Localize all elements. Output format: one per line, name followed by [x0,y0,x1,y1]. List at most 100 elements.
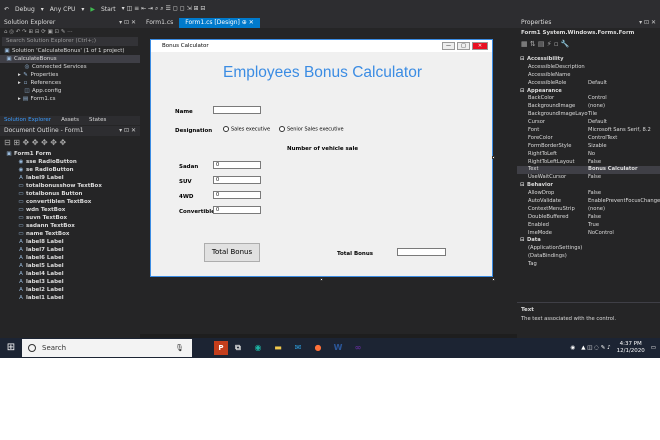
property-value[interactable]: ControlText [588,135,617,143]
property-value[interactable]: False [588,190,601,198]
property-value[interactable]: False [588,159,601,167]
total-bonus-button[interactable]: Total Bonus [204,243,260,262]
outline-item[interactable]: ▭ convertiblen TextBox [0,198,140,206]
mail-icon[interactable]: ✉ [288,338,308,358]
property-row[interactable]: RightToLeftLayout False [517,159,660,167]
network-icon[interactable]: ◉ [570,345,575,351]
outline-item[interactable]: ◉ sse RadioButton [0,158,140,166]
solution-node[interactable]: ▣ Solution 'CalculateBonus' (1 of 1 proje… [0,47,140,55]
play-icon[interactable]: ▶ [90,6,95,13]
project-node[interactable]: ▣ CalculateBonus [0,55,140,63]
property-row[interactable]: UseWaitCursor False [517,174,660,182]
property-value[interactable]: Control [588,95,607,103]
property-row[interactable]: DoubleBuffered False [517,214,660,222]
collapse-icon[interactable]: ⊟ [520,182,524,190]
outline-item[interactable]: Alabel5 Label [0,262,140,270]
outline-item[interactable]: ▭ suvn TextBox [0,214,140,222]
outline-item[interactable]: ▭ sadann TextBox [0,222,140,230]
property-row[interactable]: ContextMenuStrip (none) [517,206,660,214]
file-explorer-icon[interactable]: ▬ [268,338,288,358]
property-value[interactable]: Default [588,80,607,88]
tab-assets[interactable]: Assets [57,116,83,125]
outline-item[interactable]: Alabel4 Label [0,270,140,278]
property-row[interactable]: AccessibleDescription [517,64,660,72]
visual-studio-icon[interactable]: ∞ [348,338,368,358]
property-row[interactable]: ImeMode NoControl [517,230,660,238]
clock[interactable]: 4:37 PM 12/1/2020 [617,341,645,355]
outline-item[interactable]: ▭ totalbonus Button [0,190,140,198]
close-icon[interactable]: ✕ [472,42,488,50]
collapse-icon[interactable]: ⊟ [520,88,524,96]
property-row[interactable]: Text Bonus Calculator [517,166,660,175]
outline-item[interactable]: ▭ wdn TextBox [0,206,140,214]
firefox-icon[interactable]: ● [308,338,328,358]
property-row[interactable]: (DataBindings) [517,253,660,261]
property-row[interactable]: RightToLeft No [517,151,660,159]
outline-item[interactable]: ◉ se RadioButton [0,166,140,174]
property-value[interactable]: (none) [588,206,605,214]
maximize-icon[interactable]: □ [457,42,470,50]
tree-item[interactable]: ◫ App.config [0,87,140,95]
collapse-icon[interactable]: ⊟ [520,56,524,64]
toolbar-icons[interactable]: ▾ ◫ ≡ ⇤ ⇥ ⌕ ⌕ ☰ ◻ ◻ ⇲ ⊞ ⊟ [122,5,206,13]
panel-controls[interactable]: ▾ ⊡ ✕ [119,126,136,136]
property-row[interactable]: ForeColor ControlText [517,135,660,143]
property-value[interactable]: EnablePreventFocusChange [588,198,660,206]
outline-item[interactable]: Alabel6 Label [0,254,140,262]
property-row[interactable]: AccessibleRole Default [517,80,660,88]
property-value[interactable]: NoControl [588,230,614,238]
property-value[interactable]: No [588,151,595,159]
search-input[interactable]: Search Solution Explorer (Ctrl+;) [2,37,138,46]
property-value[interactable]: Microsoft Sans Serif, 8.2 [588,127,651,135]
tab-form1-cs[interactable]: Form1.cs [140,18,179,28]
property-row[interactable]: Font Microsoft Sans Serif, 8.2 [517,127,660,135]
outline-item[interactable]: Alabel9 Label [0,174,140,182]
properties-toolbar[interactable]: ▦ ⇅ ▤ ⚡ ▫ 🔧 [517,38,660,50]
property-category[interactable]: ⊟ Behavior [517,182,660,190]
property-row[interactable]: BackgroundImage (none) [517,103,660,111]
outline-item[interactable]: Alabel3 Label [0,278,140,286]
config-dropdown[interactable]: Debug [15,6,35,13]
outline-item[interactable]: Alabel7 Label [0,246,140,254]
property-category[interactable]: ⊟ Accessibility [517,56,660,64]
name-textbox[interactable] [213,106,261,114]
property-value[interactable]: Default [588,119,607,127]
panel-controls[interactable]: ▾ ⊡ ✕ [639,18,656,28]
property-row[interactable]: FormBorderStyle Sizable [517,143,660,151]
property-value[interactable]: Tile [588,111,597,119]
outline-item[interactable]: Alabel8 Label [0,238,140,246]
notification-icon[interactable]: ▭ [651,345,656,351]
tab-solution-explorer[interactable]: Solution Explorer [0,116,55,125]
property-value[interactable]: False [588,174,601,182]
property-row[interactable]: Tag [517,261,660,269]
property-value[interactable]: False [588,214,601,222]
word-icon[interactable]: W [328,338,348,358]
resize-handle[interactable] [492,278,495,281]
property-row[interactable]: AccessibleName [517,72,660,80]
outline-item[interactable]: ▣ Form1 Form [0,150,140,158]
property-row[interactable]: BackColor Control [517,95,660,103]
total-bonus-textbox[interactable] [397,248,446,256]
property-row[interactable]: AllowDrop False [517,190,660,198]
property-row[interactable]: Enabled True [517,222,660,230]
windows-start-icon[interactable]: ⊞ [0,338,22,358]
4wd-textbox[interactable]: 0 [213,191,261,199]
task-view-icon[interactable]: ⧉ [228,338,248,358]
tab-states[interactable]: States [85,116,110,125]
start-button[interactable]: Start [101,6,116,13]
senior-sales-executive-radio[interactable]: Senior Sales executive [279,126,344,133]
taskbar-search[interactable]: Search 🎙 [22,339,192,357]
outline-toolbar[interactable]: ⊟ ⊞ ✥ ✥ ✥ ✥ ✥ [0,136,140,150]
outline-item[interactable]: ▭ totalbonusshow TextBox [0,182,140,190]
resize-handle[interactable] [492,156,495,159]
property-row[interactable]: (ApplicationSettings) [517,245,660,253]
platform-dropdown[interactable]: Any CPU [50,6,76,13]
outline-item[interactable]: Alabel2 Label [0,286,140,294]
minimize-icon[interactable]: — [442,42,455,50]
collapse-icon[interactable]: ⊟ [520,237,524,245]
panel-toolbar[interactable]: ⌂ ◎ ↶ ↷ ⊞ ⊟ ⟳ ▣ ⊡ ✎ ⋯ [0,28,140,36]
chevron-down-icon[interactable]: ▾ [81,6,84,13]
property-category[interactable]: ⊟ Appearance [517,88,660,96]
property-row[interactable]: Cursor Default [517,119,660,127]
tree-item[interactable]: ▸ ▫ References [0,79,140,87]
